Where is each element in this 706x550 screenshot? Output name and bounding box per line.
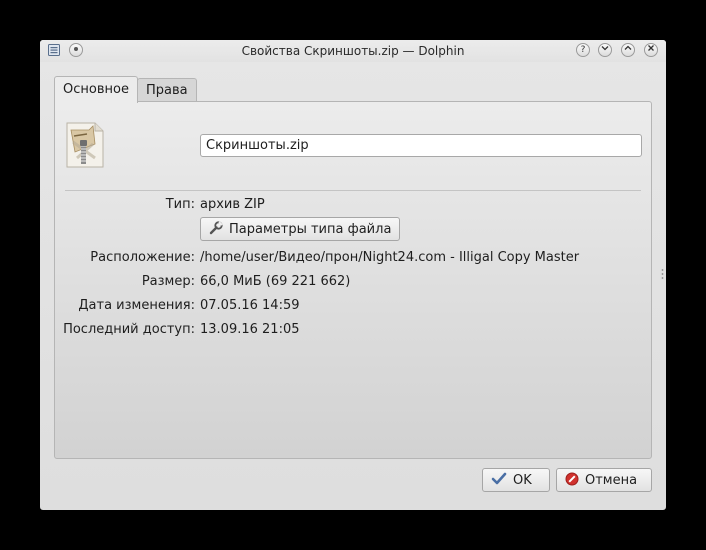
type-label: Тип: <box>165 197 195 212</box>
minimize-button[interactable] <box>598 43 612 57</box>
chevron-up-icon <box>624 45 632 50</box>
tab-permissions[interactable]: Права <box>137 78 197 102</box>
accessed-value: 13.09.16 21:05 <box>200 322 300 337</box>
zip-archive-icon <box>66 122 104 168</box>
help-button[interactable]: ? <box>576 43 590 57</box>
window-menu-icon[interactable] <box>48 44 60 56</box>
modified-value: 07.05.16 14:59 <box>200 298 300 313</box>
maximize-button[interactable] <box>621 43 635 57</box>
file-type-options-label: Параметры типа файла <box>229 222 392 237</box>
resize-grip-icon[interactable] <box>661 268 664 280</box>
cancel-label: Отмена <box>585 473 638 488</box>
cancel-icon <box>565 472 579 486</box>
properties-dialog: Свойства Скриншоты.zip — Dolphin ? Основ… <box>40 40 666 510</box>
file-type-options-button[interactable]: Параметры типа файла <box>200 217 401 241</box>
type-value: архив ZIP <box>200 197 265 212</box>
window-title: Свойства Скриншоты.zip — Dolphin <box>241 44 465 58</box>
checkmark-icon <box>491 472 507 485</box>
ok-label: OK <box>513 473 532 488</box>
location-value: /home/user/Видео/прон/Night24.com - Illi… <box>200 250 580 265</box>
accessed-label: Последний доступ: <box>63 322 195 337</box>
modified-label: Дата изменения: <box>78 298 195 313</box>
dot-icon <box>74 47 78 51</box>
location-label: Расположение: <box>90 250 195 265</box>
wrench-icon <box>209 221 223 235</box>
ok-button[interactable]: OK <box>482 468 550 492</box>
keep-above-button[interactable] <box>69 43 83 57</box>
divider <box>65 190 641 191</box>
title-bar: Свойства Скриншоты.zip — Dolphin ? <box>40 40 666 62</box>
general-tab-panel: Тип: архив ZIP Параметры типа файла Расп… <box>54 101 652 459</box>
chevron-down-icon <box>601 46 609 51</box>
cancel-button[interactable]: Отмена <box>556 468 652 492</box>
size-label: Размер: <box>141 274 195 289</box>
file-name-input[interactable] <box>200 134 642 157</box>
size-value: 66,0 МиБ (69 221 662) <box>200 274 351 289</box>
close-icon <box>648 45 654 51</box>
tab-general[interactable]: Основное <box>54 76 138 103</box>
close-button[interactable] <box>644 43 658 57</box>
